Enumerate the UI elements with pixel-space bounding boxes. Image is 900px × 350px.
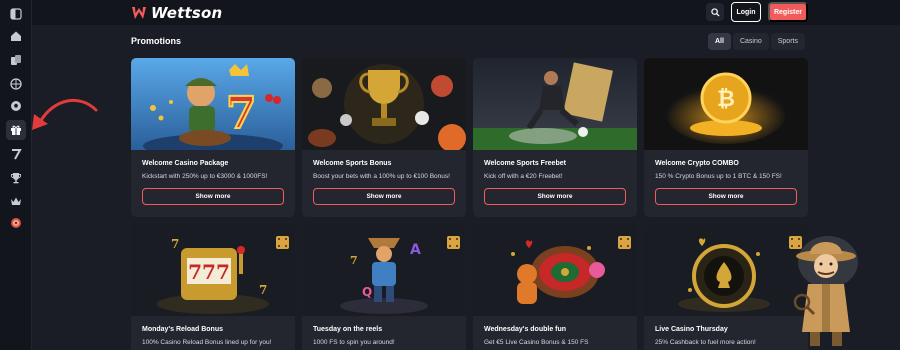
promo-card: 777 7 7 Monday's Reload Bonus 100% Casin…	[131, 224, 295, 350]
promo-card: A Q 7 Tuesday on the reels 1000 FS to sp…	[302, 224, 466, 350]
promo-image-live-casino-thursday	[644, 224, 808, 316]
promo-title: Live Casino Thursday	[655, 326, 728, 333]
annotation-arrow-icon	[32, 99, 98, 130]
promo-card: Welcome Sports Freebet Kick off with a €…	[473, 58, 637, 217]
promo-title: Monday's Reload Bonus	[142, 326, 224, 333]
svg-text:A: A	[410, 242, 421, 258]
promo-description: Boost your bets with a 100% up to €100 B…	[313, 173, 450, 180]
svg-text:777: 777	[188, 260, 230, 284]
promo-title: Tuesday on the reels	[313, 326, 383, 333]
promo-description: 25% Cashback to fuel more action!	[655, 339, 756, 346]
show-more-button[interactable]: Show more	[484, 188, 626, 205]
promo-title: Welcome Sports Freebet	[484, 160, 566, 167]
login-button[interactable]: Login	[731, 2, 761, 22]
brand-logo[interactable]: Wettson	[131, 3, 223, 22]
home-icon[interactable]	[6, 26, 26, 46]
promo-card: Wednesday's double fun Get €5 Live Casin…	[473, 224, 637, 350]
promo-title: Welcome Sports Bonus	[313, 160, 392, 167]
promo-image-tuesday-reels: A Q 7	[302, 224, 466, 316]
show-more-button[interactable]: Show more	[655, 188, 797, 205]
svg-text:7: 7	[350, 254, 358, 267]
dice-icon	[618, 236, 631, 249]
detective-mascot-illustration	[793, 236, 858, 346]
show-more-button[interactable]: Show more	[142, 188, 284, 205]
svg-text:7: 7	[171, 237, 179, 251]
search-icon	[710, 7, 720, 17]
promo-card: Live Casino Thursday 25% Cashback to fue…	[644, 224, 808, 350]
promo-description: 100% Casino Reload Bonus lined up for yo…	[142, 339, 272, 346]
seven-icon[interactable]	[6, 144, 26, 164]
promo-image-sports-freebet	[473, 58, 637, 150]
promo-card: 7 Welcome Casino Package Kickstart with …	[131, 58, 295, 217]
dice-icon	[447, 236, 460, 249]
promo-image-crypto-combo: ₿	[644, 58, 808, 150]
promo-image-reload-bonus: 777 7 7	[131, 224, 295, 316]
promo-filter-tabs: All Casino Sports	[708, 33, 805, 50]
promo-image-sports-bonus	[302, 58, 466, 150]
promo-title: Welcome Casino Package	[142, 160, 229, 167]
promo-description: 1000 FS to spin you around!	[313, 339, 395, 346]
brand-name: Wettson	[151, 3, 223, 22]
promo-title: Wednesday's double fun	[484, 326, 567, 333]
dice-icon	[276, 236, 289, 249]
promo-description: Kickstart with 250% up to €3000 & 1000FS…	[142, 173, 268, 180]
brand-logo-icon	[132, 6, 146, 19]
search-button[interactable]	[706, 3, 724, 21]
promo-description: Get €5 Live Casino Bonus & 150 FS	[484, 339, 589, 346]
sports-ball-icon[interactable]	[6, 74, 26, 94]
promo-image-casino-package: 7	[131, 58, 295, 150]
promo-description: 150 % Crypto Bonus up to 1 BTC & 150 FS!	[655, 173, 782, 180]
page-title: Promotions	[131, 36, 182, 46]
svg-text:Q: Q	[362, 285, 372, 299]
promo-image-wednesday-double-fun	[473, 224, 637, 316]
show-more-button[interactable]: Show more	[313, 188, 455, 205]
promo-card: Welcome Sports Bonus Boost your bets wit…	[302, 58, 466, 217]
panel-toggle-icon[interactable]	[6, 4, 26, 24]
tab-casino[interactable]: Casino	[732, 33, 769, 50]
svg-text:₿: ₿	[717, 87, 735, 112]
tab-sports[interactable]: Sports	[770, 33, 805, 50]
top-header: Wettson Login Register	[32, 0, 900, 25]
promo-card: ₿ Welcome Crypto COMBO 150 % Crypto Bonu…	[644, 58, 808, 217]
sidebar	[0, 0, 32, 350]
svg-text:7: 7	[226, 88, 257, 139]
tab-all[interactable]: All	[708, 33, 731, 50]
svg-text:7: 7	[259, 283, 267, 297]
promo-title: Welcome Crypto COMBO	[655, 160, 739, 167]
crown-icon[interactable]	[6, 191, 26, 211]
register-button[interactable]: Register	[768, 2, 808, 22]
promo-description: Kick off with a €20 Freebet!	[484, 173, 563, 180]
cards-icon[interactable]	[6, 50, 26, 70]
trophy-icon[interactable]	[6, 168, 26, 188]
wheel-icon[interactable]	[6, 213, 26, 233]
